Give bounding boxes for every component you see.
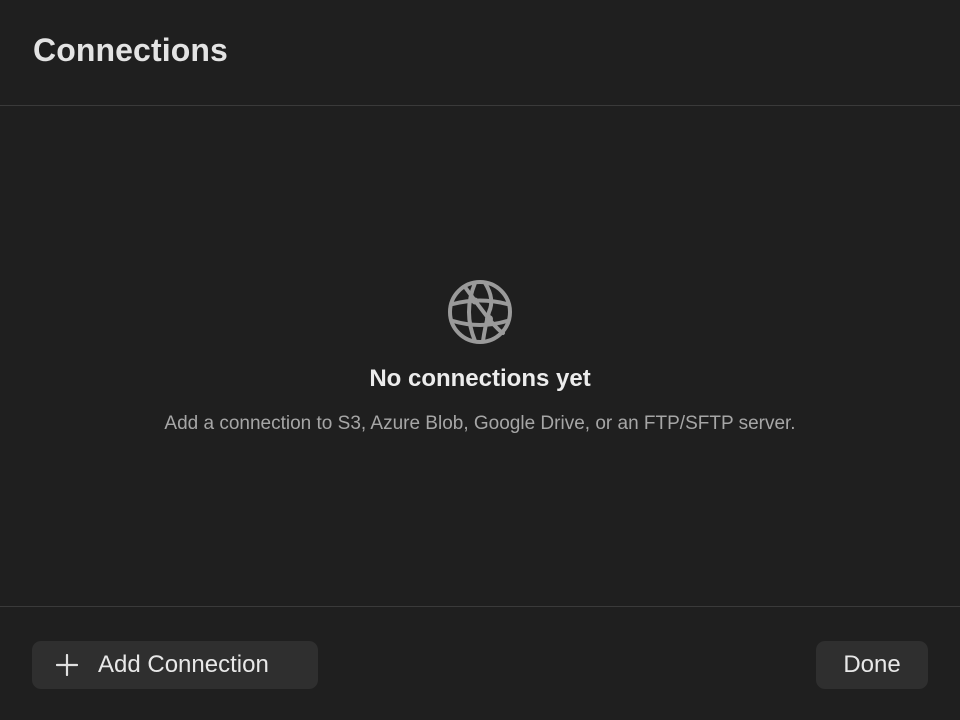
- empty-state: No connections yet Add a connection to S…: [0, 107, 960, 606]
- add-connection-button[interactable]: Add Connection: [32, 641, 318, 689]
- connections-sheet: Connections No connections yet Add a con…: [0, 0, 960, 720]
- add-connection-label: Add Connection: [98, 651, 269, 678]
- empty-state-subtitle: Add a connection to S3, Azure Blob, Goog…: [164, 413, 796, 434]
- done-label: Done: [843, 651, 901, 678]
- plus-icon: [56, 654, 78, 676]
- done-button[interactable]: Done: [816, 641, 928, 689]
- globe-icon: [448, 280, 512, 344]
- sheet-footer: Add Connection Done: [0, 606, 960, 720]
- empty-state-title: No connections yet: [369, 365, 591, 392]
- page-title: Connections: [33, 32, 228, 68]
- sheet-header: Connections: [0, 0, 960, 106]
